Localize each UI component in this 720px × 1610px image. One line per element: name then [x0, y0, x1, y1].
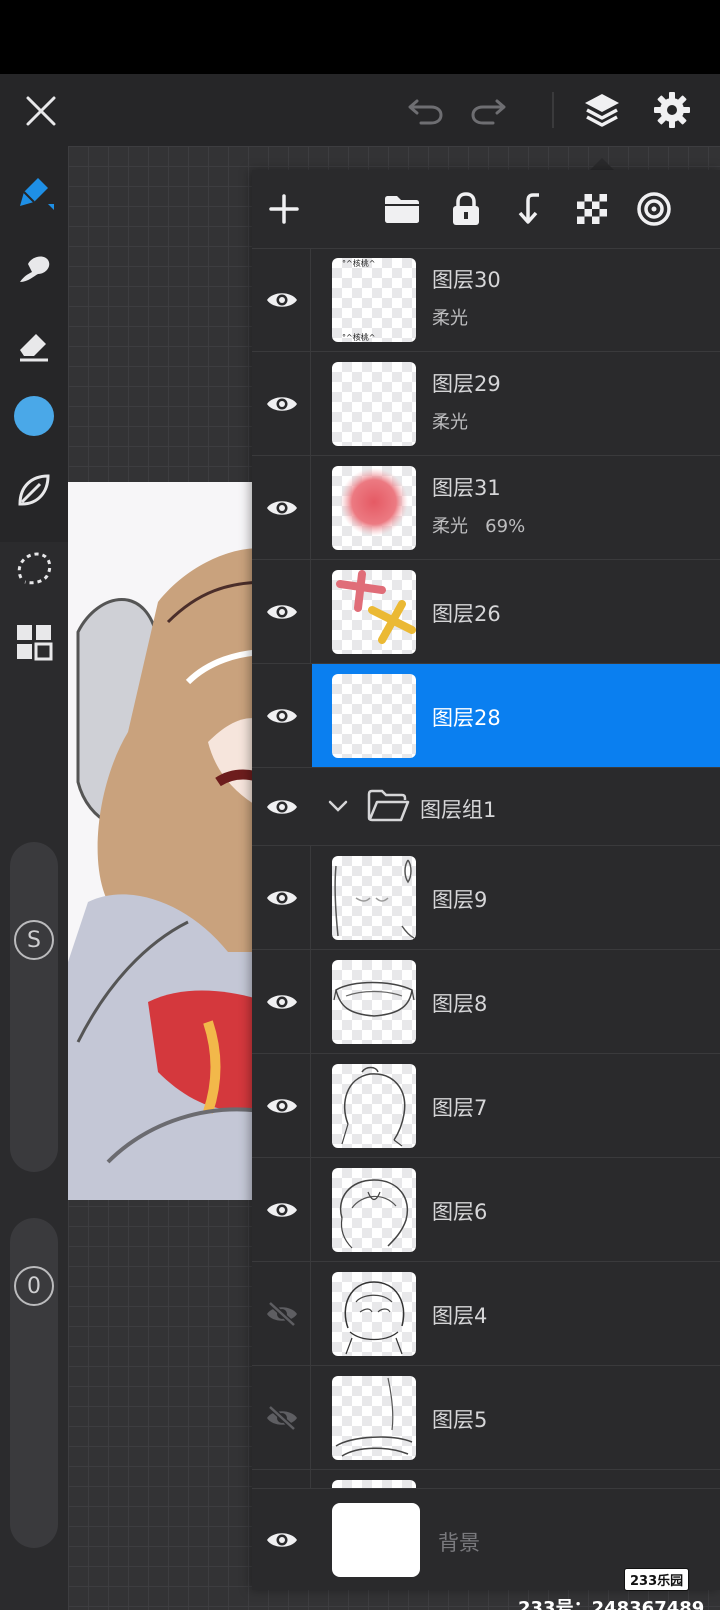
smudge-icon[interactable]: [10, 244, 58, 292]
layer-blend-mode: 柔光: [432, 412, 468, 433]
layer-name: 图层30: [432, 268, 501, 292]
background-thumbnail: [332, 1503, 420, 1577]
layer-name: 图层28: [432, 706, 501, 730]
layer-list[interactable]: °^核桃^ °^核桃^ 图层30 柔光 图层29 柔光 图层31 柔光 69% …: [252, 248, 720, 1488]
eye-off-icon[interactable]: [256, 1262, 308, 1365]
merge-down-icon[interactable]: [510, 189, 550, 229]
group-name: 图层组1: [420, 798, 497, 822]
layer-thumbnail: [332, 1168, 416, 1252]
layer-row-selected[interactable]: 图层28: [252, 664, 720, 768]
top-bar: [0, 74, 720, 146]
drawing-app: S 0 °^核桃^ °^核桃^ 图层30 柔光 图层29 柔光 图层31 柔光 …: [0, 74, 720, 1610]
background-layer-name: 背景: [438, 1531, 480, 1555]
eye-icon[interactable]: [256, 1158, 308, 1261]
brush-opacity-slider[interactable]: 0: [10, 1218, 58, 1548]
layer-blend-mode: 柔光: [432, 308, 468, 329]
add-icon[interactable]: [264, 189, 304, 229]
eye-icon[interactable]: [256, 846, 308, 949]
layers-panel: °^核桃^ °^核桃^ 图层30 柔光 图层29 柔光 图层31 柔光 69% …: [252, 170, 720, 1590]
layer-row[interactable]: 图层29 柔光: [252, 352, 720, 456]
eye-icon[interactable]: [256, 768, 308, 845]
layer-name: 图层8: [432, 992, 488, 1016]
layer-name: 图层31: [432, 476, 501, 500]
lock-icon[interactable]: [446, 189, 486, 229]
layer-name: 图层26: [432, 602, 501, 626]
tool-bar: [0, 146, 68, 542]
layer-thumbnail: [332, 960, 416, 1044]
layer-row[interactable]: 图层26: [252, 560, 720, 664]
layer-row-partial[interactable]: [252, 1470, 720, 1488]
color-swatch[interactable]: [10, 392, 58, 440]
eye-icon[interactable]: [256, 1489, 308, 1590]
layer-name: 图层5: [432, 1408, 488, 1432]
layer-thumbnail: [332, 1376, 416, 1460]
eye-off-icon[interactable]: [256, 1366, 308, 1469]
artwork-illustration: [68, 548, 268, 1200]
redo-icon[interactable]: [466, 90, 510, 130]
layer-name: 图层29: [432, 372, 501, 396]
group-folder-icon: [366, 788, 410, 828]
brush-size-slider[interactable]: S: [10, 842, 58, 1172]
blend-icon[interactable]: [634, 189, 674, 229]
layer-thumbnail: [332, 1272, 416, 1356]
layer-name: 图层6: [432, 1200, 488, 1224]
watermark-text: 233号：248367489: [518, 1598, 705, 1610]
layer-thumbnail: °^核桃^ °^核桃^: [332, 258, 416, 342]
layer-row[interactable]: °^核桃^ °^核桃^ 图层30 柔光: [252, 248, 720, 352]
pen-icon[interactable]: [10, 168, 58, 216]
svg-text:°^核桃^: °^核桃^: [342, 332, 375, 342]
eye-icon[interactable]: [256, 248, 308, 351]
eraser-icon[interactable]: [10, 320, 58, 368]
close-icon[interactable]: [18, 88, 64, 134]
layer-row[interactable]: 图层6: [252, 1158, 720, 1262]
layers-icon[interactable]: [578, 86, 626, 134]
undo-icon[interactable]: [404, 90, 448, 130]
artwork-canvas[interactable]: [68, 482, 268, 1200]
svg-text:°^核桃^: °^核桃^: [342, 258, 375, 268]
gear-icon[interactable]: [648, 86, 696, 134]
lasso-icon[interactable]: [10, 544, 58, 592]
layers-panel-toolbar: [252, 170, 720, 249]
layer-name: 图层9: [432, 888, 488, 912]
layer-group-row[interactable]: 图层组1: [252, 768, 720, 846]
layer-thumbnail: [332, 466, 416, 550]
layer-thumbnail: [332, 1064, 416, 1148]
eye-icon[interactable]: [256, 1054, 308, 1157]
transparency-icon[interactable]: [572, 189, 612, 229]
opacity-slider-thumb[interactable]: 0: [14, 1266, 54, 1306]
leaf-icon[interactable]: [10, 466, 58, 514]
watermark-logo: 233乐园: [624, 1568, 690, 1591]
eye-icon[interactable]: [256, 664, 308, 767]
layer-thumbnail: [332, 674, 416, 758]
layer-thumbnail: [332, 856, 416, 940]
toolbar-divider: [552, 92, 554, 128]
eye-icon[interactable]: [256, 352, 308, 455]
layer-thumbnail: [332, 362, 416, 446]
size-slider-label: S: [27, 927, 41, 953]
grid-icon[interactable]: [10, 618, 58, 666]
layer-row[interactable]: 图层8: [252, 950, 720, 1054]
layer-row[interactable]: 图层4: [252, 1262, 720, 1366]
current-color-circle: [14, 396, 54, 436]
eye-icon[interactable]: [256, 950, 308, 1053]
layer-blend-mode: 柔光 69%: [432, 516, 526, 537]
layer-thumbnail: [332, 570, 416, 654]
eye-icon[interactable]: [256, 456, 308, 559]
layer-row[interactable]: 图层9: [252, 846, 720, 950]
layer-row[interactable]: 图层31 柔光 69%: [252, 456, 720, 560]
status-bar: [0, 0, 720, 74]
folder-icon[interactable]: [382, 189, 422, 229]
panel-caret: [590, 158, 614, 170]
layer-row[interactable]: 图层7: [252, 1054, 720, 1158]
opacity-slider-label: 0: [27, 1273, 41, 1299]
size-slider-thumb[interactable]: S: [14, 920, 54, 960]
layer-row[interactable]: 图层5: [252, 1366, 720, 1470]
eye-icon[interactable]: [256, 560, 308, 663]
layer-thumbnail: [332, 1480, 416, 1488]
layer-name: 图层7: [432, 1096, 488, 1120]
layer-name: 图层4: [432, 1304, 488, 1328]
chevron-down-icon[interactable]: [326, 794, 350, 822]
